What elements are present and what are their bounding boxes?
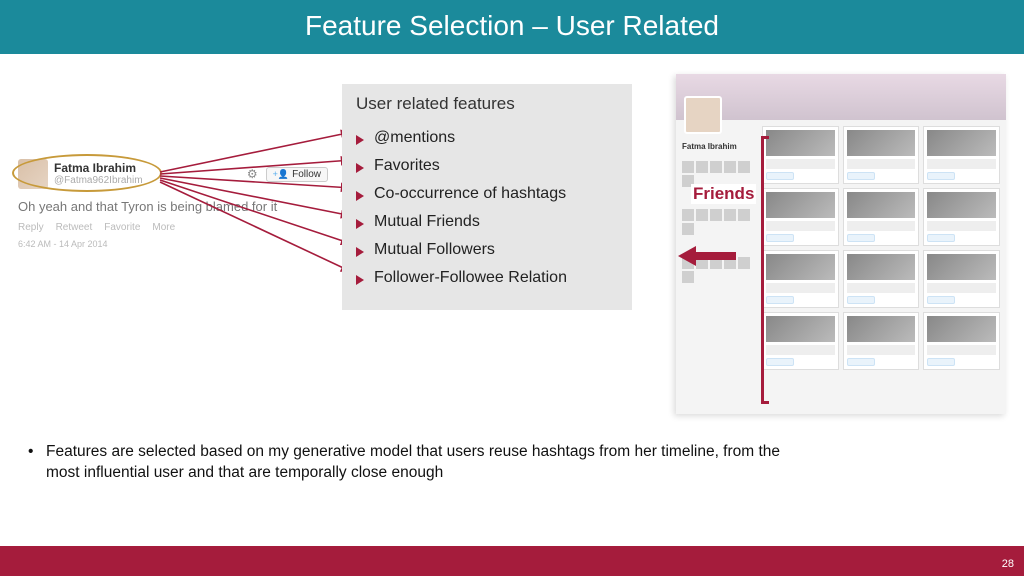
friend-card bbox=[923, 188, 1000, 246]
explanation-bullet: • Features are selected based on my gene… bbox=[46, 442, 806, 484]
friends-grid bbox=[762, 120, 1006, 376]
tweet-timestamp: 6:42 AM - 14 Apr 2014 bbox=[18, 239, 328, 249]
profile-screenshot: Fatma Ibrahim bbox=[676, 74, 1006, 414]
friend-card bbox=[923, 250, 1000, 308]
explanation-text: Features are selected based on my genera… bbox=[46, 443, 780, 481]
footer-bar: 28 bbox=[0, 546, 1024, 576]
gear-icon[interactable]: ⚙ bbox=[247, 167, 258, 181]
tweet-user-name: Fatma Ibrahim bbox=[54, 162, 247, 175]
feature-list: @mentions Favorites Co-occurrence of has… bbox=[356, 124, 618, 292]
slide-title: Feature Selection – User Related bbox=[0, 0, 1024, 54]
tweet-text: Oh yeah and that Tyron is being blamed f… bbox=[18, 199, 328, 216]
feature-box-title: User related features bbox=[356, 94, 618, 114]
reply-action[interactable]: Reply bbox=[18, 222, 44, 233]
left-arrow-icon bbox=[678, 246, 736, 266]
follow-button[interactable]: +👤 Follow bbox=[266, 167, 328, 182]
friend-card bbox=[843, 126, 920, 184]
tweet-user-handle: @Fatma962Ibrahim bbox=[54, 175, 247, 186]
slide-body: Fatma Ibrahim @Fatma962Ibrahim ⚙ +👤 Foll… bbox=[0, 54, 1024, 524]
bracket-annotation bbox=[761, 136, 769, 404]
friend-card bbox=[843, 188, 920, 246]
user-plus-icon: +👤 bbox=[273, 169, 289, 180]
profile-banner bbox=[676, 74, 1006, 120]
feature-item: Follower-Followee Relation bbox=[356, 264, 618, 292]
feature-box: User related features @mentions Favorite… bbox=[342, 84, 632, 310]
feature-item: Favorites bbox=[356, 152, 618, 180]
profile-name: Fatma Ibrahim bbox=[682, 142, 756, 151]
tweet-actions: Reply Retweet Favorite More bbox=[18, 222, 328, 233]
friend-card bbox=[923, 126, 1000, 184]
friend-card bbox=[923, 312, 1000, 370]
friend-card bbox=[843, 250, 920, 308]
more-action[interactable]: More bbox=[152, 222, 175, 233]
friends-label: Friends bbox=[691, 184, 756, 204]
friend-card bbox=[843, 312, 920, 370]
friend-card bbox=[762, 250, 839, 308]
feature-item: Mutual Followers bbox=[356, 236, 618, 264]
mini-avatar-strip bbox=[682, 209, 756, 235]
tweet-card: Fatma Ibrahim @Fatma962Ibrahim ⚙ +👤 Foll… bbox=[18, 159, 328, 249]
retweet-action[interactable]: Retweet bbox=[56, 222, 93, 233]
page-number: 28 bbox=[1002, 558, 1014, 570]
feature-item: @mentions bbox=[356, 124, 618, 152]
friend-card bbox=[762, 126, 839, 184]
bullet-icon: • bbox=[28, 442, 33, 463]
feature-item: Co-occurrence of hashtags bbox=[356, 180, 618, 208]
friend-card bbox=[762, 188, 839, 246]
friend-card bbox=[762, 312, 839, 370]
favorite-action[interactable]: Favorite bbox=[104, 222, 140, 233]
feature-item: Mutual Friends bbox=[356, 208, 618, 236]
avatar bbox=[18, 159, 48, 189]
follow-label: Follow bbox=[292, 169, 321, 180]
